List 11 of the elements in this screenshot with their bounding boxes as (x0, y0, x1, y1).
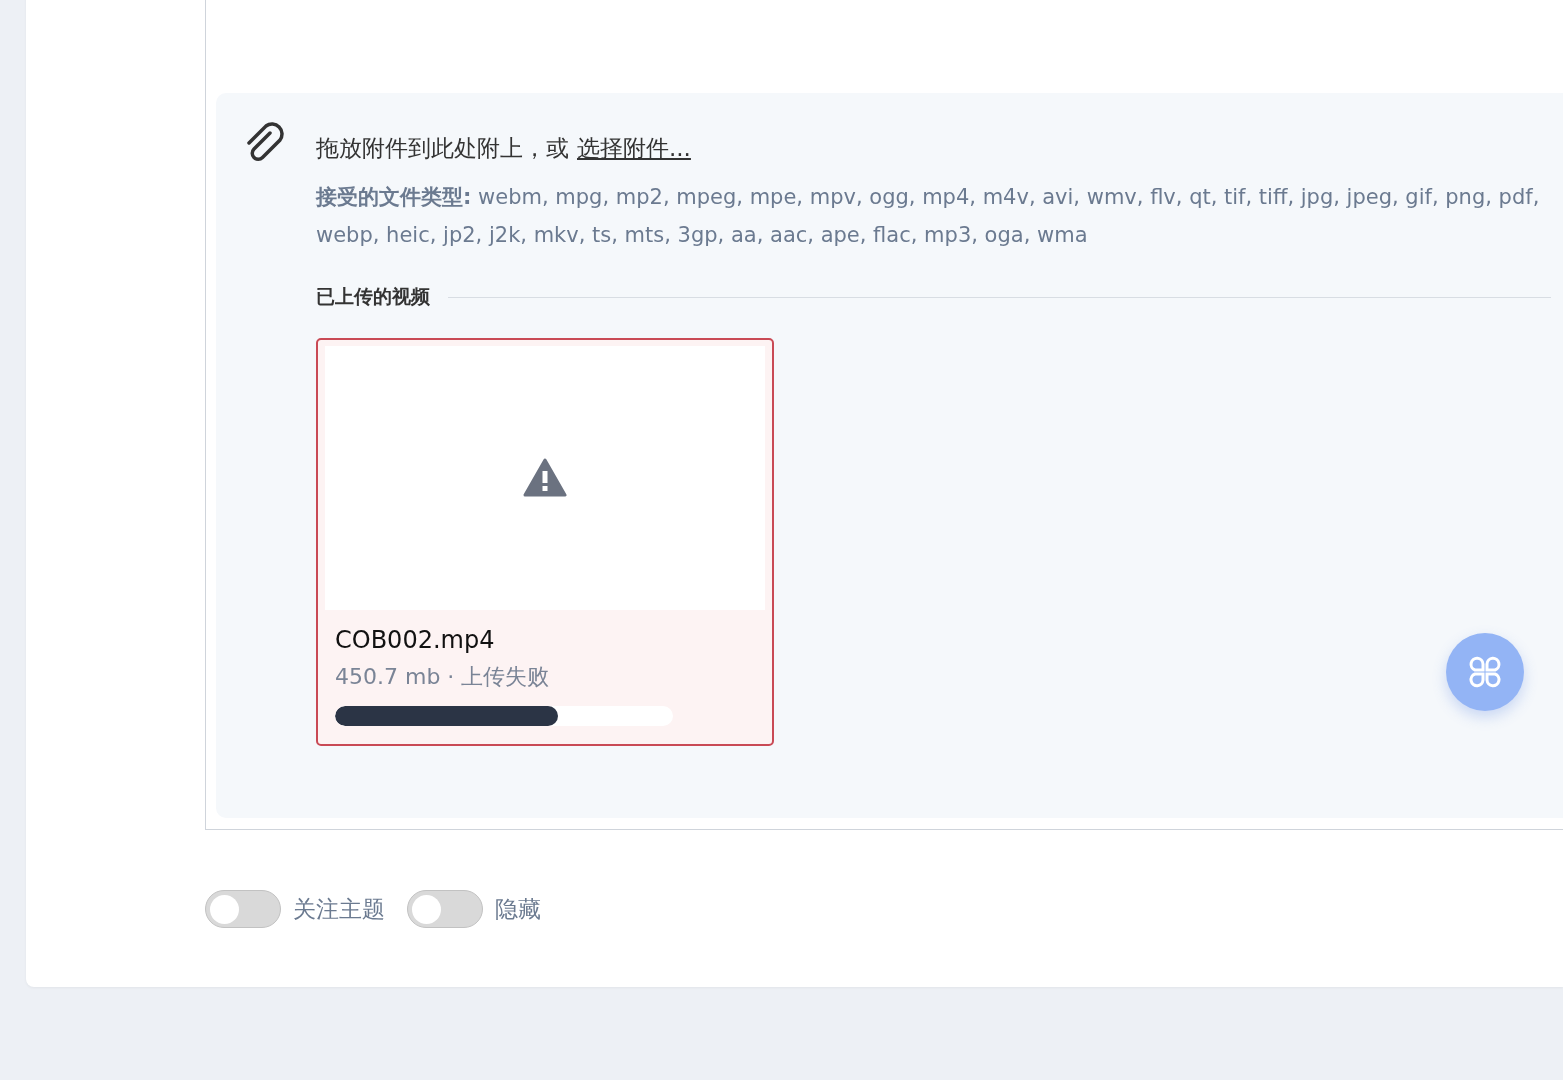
file-meta: 450.7 mb · 上传失败 (335, 663, 551, 691)
drop-prompt: 拖放附件到此处附上，或 (316, 134, 569, 163)
toggle-switch[interactable] (407, 890, 483, 928)
accepted-types: 接受的文件类型: webm, mpg, mp2, mpeg, mpe, mpv, ogg, mp4, m4v, avi, wmv, flv, qt, tif, tiff, jpg, jpeg, gif, png, pdf, webp, heic, jp2, j2k, mkv, ts, mts, 3gp, aa, aac, ape, flac, mp3, oga, wma (316, 184, 1541, 249)
toggle-label: 关注主题 (293, 894, 385, 924)
toggle-switch[interactable] (205, 890, 281, 928)
file-name: COB002.mp4 (335, 626, 496, 654)
section-heading: 已上传的视频 (316, 284, 430, 309)
choose-file-link[interactable]: 选择附件... (577, 133, 691, 164)
warning-icon (523, 458, 567, 498)
toggle-label: 隐藏 (495, 894, 541, 924)
